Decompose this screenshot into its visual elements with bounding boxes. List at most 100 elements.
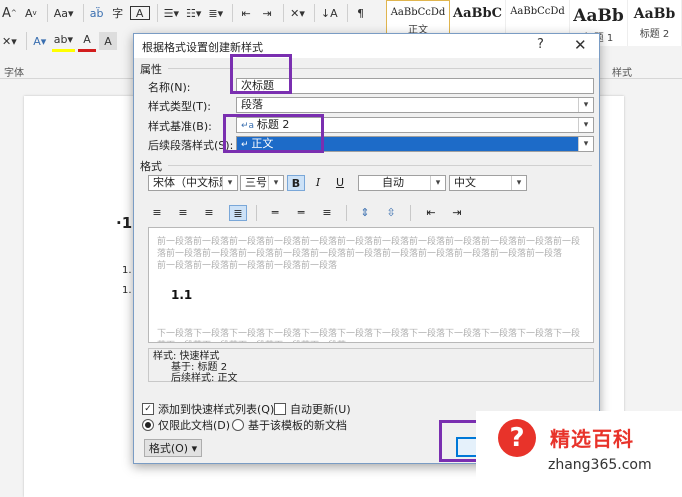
underline-button[interactable]: U [331,175,349,191]
preview-heading: 1.1 [171,288,193,302]
group-label-styles: 样式 [612,68,632,79]
style-preview: AaBb [573,6,624,26]
ribbon-separator [232,4,234,22]
char-border-icon[interactable]: A [129,6,150,20]
desc-line: 样式: 快速样式 [153,351,220,362]
dialog-title: 根据格式设置创建新样式 [142,41,263,54]
chinese-layout-icon[interactable]: ✕▾ [288,4,307,22]
preview-previous-paragraph-end: 前一段落前一段落前一段落前一段落前一段落 [157,261,338,271]
style-preview-pane: 前一段落前一段落前一段落前一段落前一段落前一段落前一段落前一段落前一段落前一段落… [148,227,594,343]
decrease-indent-icon[interactable]: ⇤ [237,4,255,22]
highlight-box-name [230,54,292,94]
ribbon-separator [346,4,348,22]
color-select[interactable]: 自动 ▾ [358,175,446,191]
chevron-down-icon: ▾ [268,176,283,190]
size-select[interactable]: 三号 ▾ [240,175,284,191]
style-preview: AaBbCcDd [510,6,565,17]
shrink-font-button[interactable]: Av [22,4,40,22]
ribbon-separator [313,4,315,22]
next-style-label: 后续段落样式(S): [148,139,234,152]
desc-line: 基于: 标题 2 [171,362,228,373]
decrease-indent-icon[interactable]: ⇤ [422,205,440,221]
style-description: 样式: 快速样式 基于: 标题 2 后续样式: 正文 [148,348,594,384]
single-spacing-icon[interactable]: ═ [266,205,284,221]
watermark-brand: 精选百科 [550,427,634,451]
checkbox-checked-icon: ✓ [142,403,154,415]
close-icon[interactable]: ✕ [574,36,587,54]
align-justify-icon[interactable]: ≣ [229,205,247,221]
color-value: 自动 [382,176,404,189]
text-effect-icon[interactable]: A▾ [31,32,49,50]
doc-line-2: 1. [122,285,132,296]
change-case-button[interactable]: Aa▾ [52,4,76,22]
dialog-title-bar: 根据格式设置创建新样式 ? ✕ [134,34,599,58]
checkbox-label: 添加到快速样式列表(Q) [158,403,275,416]
new-docs-template-radio[interactable]: 基于该模板的新文档 [232,417,347,433]
style-type-select[interactable]: 段落 ▾ [236,97,594,113]
one-half-spacing-icon[interactable]: ═ [292,205,310,221]
chevron-down-icon: ▾ [578,98,593,112]
shading-icon[interactable]: A [99,32,117,50]
checkbox-label: 自动更新(U) [290,403,351,416]
increase-indent-icon[interactable]: ⇥ [448,205,466,221]
auto-update-checkbox[interactable]: 自动更新(U) [274,401,351,417]
doc-line-1: 1. [122,265,132,276]
grow-font-button[interactable]: A ^ [0,4,19,22]
checkbox-icon [274,403,286,415]
style-preview: AaBbC [453,6,502,21]
style-heading-2[interactable]: AaBb 标题 2 [628,0,682,46]
bullet-list-icon[interactable]: ☰▾ [162,4,181,22]
enclose-char-icon[interactable]: 字 [109,4,127,22]
create-style-dialog: 根据格式设置创建新样式 ? ✕ 属性 名称(N): 次标题 样式类型(T): 段… [133,33,600,464]
chevron-down-icon: ▾ [430,176,445,190]
multilevel-list-icon[interactable]: ≣▾ [206,4,225,22]
style-type-label: 样式类型(T): [148,100,212,113]
ribbon-separator [25,32,27,50]
desc-line: 后续样式: 正文 [171,373,238,384]
toolbar-separator [346,205,347,221]
based-on-label: 样式基准(B): [148,120,212,133]
add-quick-styles-checkbox[interactable]: ✓ 添加到快速样式列表(Q) [142,401,274,417]
italic-button[interactable]: I [309,175,327,191]
sort-icon[interactable]: ↓A [319,4,340,22]
chevron-down-icon: ▾ [511,176,526,190]
decrease-spacing-icon[interactable]: ⇳ [382,205,400,221]
doc-heading-bullet: ·1 [116,214,133,232]
radio-selected-icon [142,419,154,431]
ribbon-separator [156,4,158,22]
watermark-url: zhang365.com [548,457,652,473]
align-center-icon[interactable]: ≡ [174,205,192,221]
bold-button[interactable]: B [287,175,305,191]
chevron-down-icon: ▾ [578,118,593,132]
phonetic-guide-icon[interactable]: ab̈ [88,4,106,22]
radio-icon [232,419,244,431]
align-left-icon[interactable]: ≡ [148,205,166,221]
clear-format-icon[interactable]: ✕▾ [0,32,19,50]
ribbon-row-1: A ^ Av Aa▾ ab̈ 字 A ☰▾ ☷▾ ≣▾ ⇤ ⇥ ✕▾ ↓A ¶ [0,2,373,24]
ribbon-separator [82,4,84,22]
format-menu-button[interactable]: 格式(O) ▾ [144,439,202,457]
align-right-icon[interactable]: ≡ [200,205,218,221]
increase-indent-icon[interactable]: ⇥ [258,4,276,22]
size-value: 三号 [245,176,267,189]
name-label: 名称(N): [148,81,191,94]
font-color-button[interactable]: A [78,31,96,52]
toolbar-separator [256,205,257,221]
increase-spacing-icon[interactable]: ⇕ [356,205,374,221]
pilcrow-icon[interactable]: ¶ [352,4,370,22]
style-preview: AaBb [633,6,676,22]
highlight-box-based-on [223,114,324,153]
double-spacing-icon[interactable]: ≡ [318,205,336,221]
ribbon-row-2: ✕▾ A▾ ab▾ A A [0,30,120,52]
style-name: 标题 2 [639,29,670,40]
font-select[interactable]: 宋体（中文标题 ▾ [148,175,238,191]
radio-label: 仅限此文档(D) [158,419,231,432]
language-select[interactable]: 中文 ▾ [449,175,527,191]
help-icon[interactable]: ? [537,37,544,52]
highlight-color-icon[interactable]: ab▾ [51,31,75,52]
chevron-down-icon: ▾ [222,176,237,190]
only-this-doc-radio[interactable]: 仅限此文档(D) [142,417,230,433]
number-list-icon[interactable]: ☷▾ [184,4,203,22]
properties-header: 属性 [140,63,162,76]
group-label-font: 字体 [4,68,24,79]
